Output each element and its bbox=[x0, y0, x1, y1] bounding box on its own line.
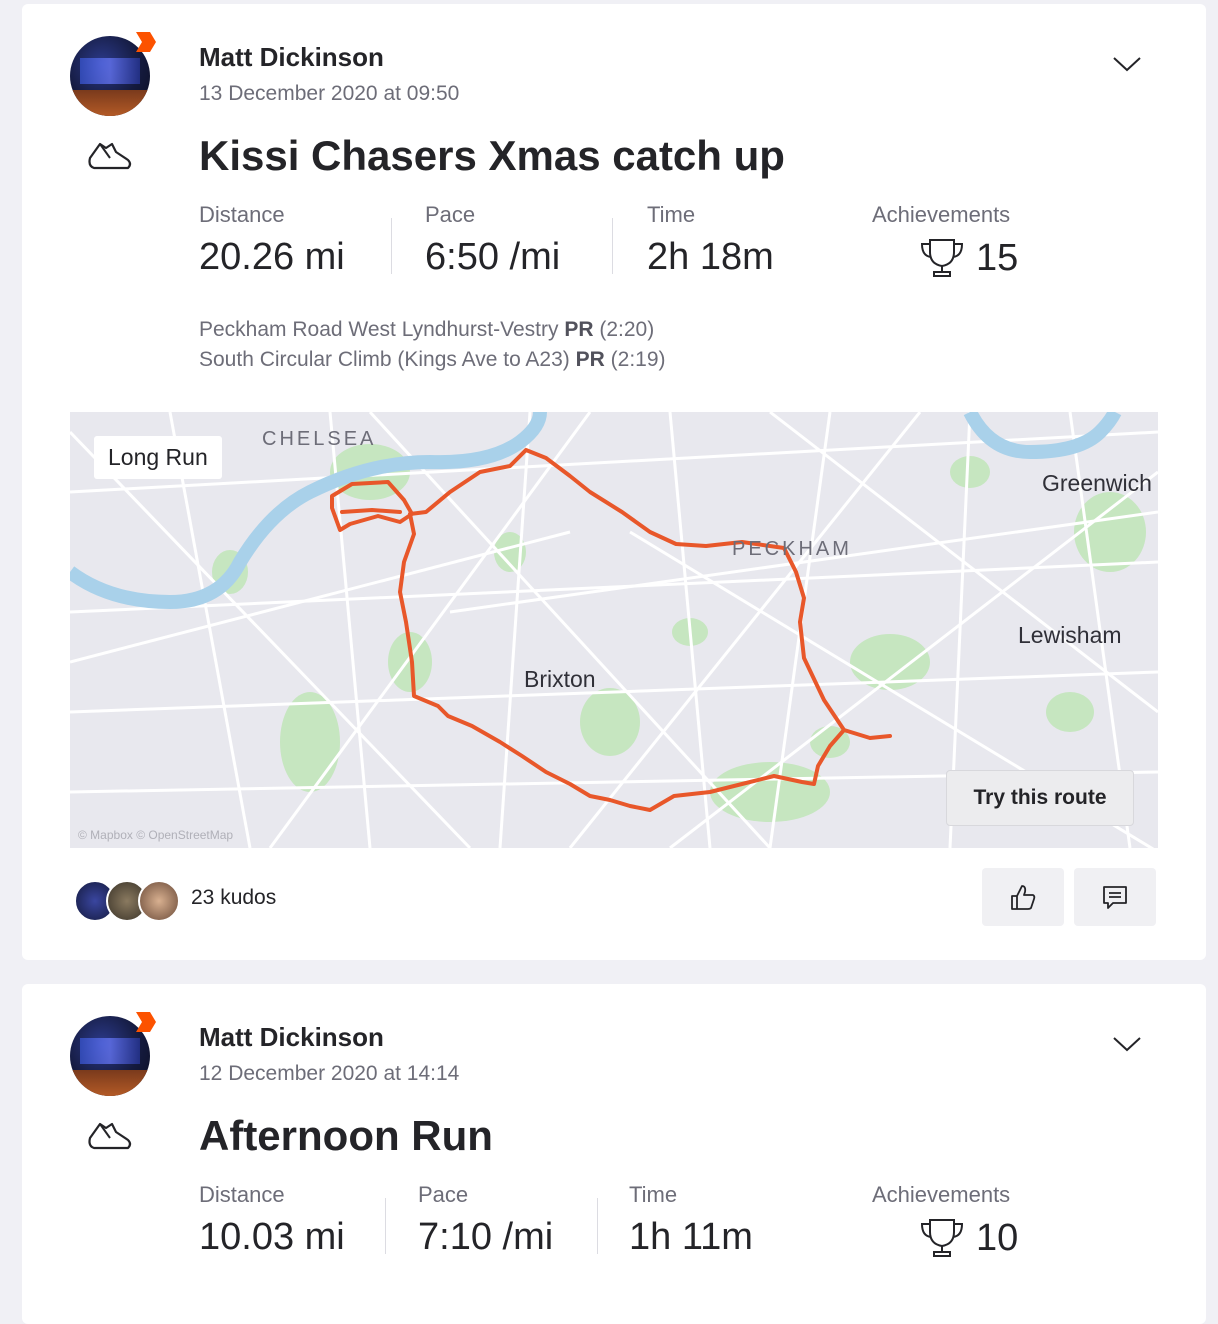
athlete-name[interactable]: Matt Dickinson bbox=[199, 42, 384, 73]
time-label: Time bbox=[647, 202, 696, 227]
pace-stat: Pace 7:10 /mi bbox=[418, 1182, 553, 1259]
running-shoe-icon bbox=[88, 142, 132, 170]
activity-date[interactable]: 12 December 2020 at 14:14 bbox=[199, 1062, 459, 1086]
map-label-peckham: PECKHAM bbox=[732, 538, 852, 560]
time-value: 2h 18m bbox=[647, 236, 774, 278]
divider bbox=[597, 1198, 598, 1254]
activity-title[interactable]: Kissi Chasers Xmas catch up bbox=[199, 132, 785, 180]
divider bbox=[385, 1198, 386, 1254]
route-line bbox=[330, 448, 892, 812]
achievements-value: 15 bbox=[976, 236, 1019, 279]
segment-pr-row[interactable]: Peckham Road West Lyndhurst-Vestry PR (2… bbox=[199, 318, 654, 342]
segment-name[interactable]: Peckham Road West Lyndhurst-Vestry bbox=[199, 318, 559, 341]
try-route-button[interactable]: Try this route bbox=[946, 770, 1134, 826]
trophy-icon bbox=[920, 239, 964, 277]
give-kudos-button[interactable] bbox=[982, 868, 1064, 926]
distance-stat: Distance 10.03 mi bbox=[199, 1182, 345, 1259]
pr-badge: PR bbox=[575, 348, 605, 371]
trophy-icon bbox=[920, 1219, 964, 1257]
map-label-chelsea: CHELSEA bbox=[262, 428, 377, 450]
achievements-label: Achievements bbox=[872, 1182, 1011, 1207]
activity-date[interactable]: 13 December 2020 at 09:50 bbox=[199, 82, 459, 106]
comment-icon bbox=[1103, 886, 1127, 909]
time-stat: Time 2h 18m bbox=[647, 202, 774, 279]
map-label-brixton: Brixton bbox=[524, 666, 596, 692]
athlete-name[interactable]: Matt Dickinson bbox=[199, 1022, 384, 1053]
achievements-label: Achievements bbox=[872, 202, 1011, 227]
segment-time: (2:20) bbox=[599, 318, 655, 341]
comment-button[interactable] bbox=[1074, 868, 1156, 926]
pr-badge: PR bbox=[564, 318, 594, 341]
distance-value: 10.03 mi bbox=[199, 1216, 345, 1258]
time-stat: Time 1h 11m bbox=[629, 1182, 753, 1259]
subscriber-badge-icon bbox=[136, 32, 156, 52]
river bbox=[963, 412, 1122, 460]
distance-label: Distance bbox=[199, 1182, 285, 1207]
pace-label: Pace bbox=[418, 1182, 469, 1207]
segment-time: (2:19) bbox=[610, 348, 666, 371]
achievements-value: 10 bbox=[976, 1216, 1019, 1259]
distance-value: 20.26 mi bbox=[199, 236, 345, 278]
pace-stat: Pace 6:50 /mi bbox=[425, 202, 560, 279]
achievements-stat[interactable]: Achievements 10 bbox=[872, 1182, 1018, 1260]
running-shoe-icon bbox=[88, 1122, 132, 1150]
activity-card: Matt Dickinson 12 December 2020 at 14:14… bbox=[22, 984, 1206, 1324]
chevron-down-icon[interactable] bbox=[1112, 1034, 1142, 1054]
distance-label: Distance bbox=[199, 202, 285, 227]
subscriber-badge-icon bbox=[136, 1012, 156, 1032]
pace-value: 7:10 /mi bbox=[418, 1216, 554, 1258]
segment-name[interactable]: South Circular Climb (Kings Ave to A23) bbox=[199, 348, 570, 371]
activity-card: Matt Dickinson 13 December 2020 at 09:50… bbox=[22, 4, 1206, 960]
time-label: Time bbox=[629, 1182, 678, 1207]
distance-stat: Distance 20.26 mi bbox=[199, 202, 345, 279]
route-map[interactable]: Long Run CHELSEA Greenwich PECKHAM Lewis… bbox=[70, 412, 1158, 848]
time-value: 1h 11m bbox=[629, 1216, 753, 1258]
divider bbox=[612, 218, 613, 274]
thumbs-up-icon bbox=[1011, 885, 1036, 910]
segment-pr-row[interactable]: South Circular Climb (Kings Ave to A23) … bbox=[199, 348, 666, 372]
achievements-stat[interactable]: Achievements 15 bbox=[872, 202, 1018, 280]
pace-value: 6:50 /mi bbox=[425, 236, 561, 278]
kudos-avatar[interactable] bbox=[138, 880, 180, 922]
divider bbox=[391, 218, 392, 274]
map-label-greenwich: Greenwich bbox=[1042, 470, 1152, 496]
map-label-lewisham: Lewisham bbox=[1018, 622, 1122, 648]
workout-type-tag: Long Run bbox=[94, 436, 222, 479]
map-attribution[interactable]: © Mapbox © OpenStreetMap bbox=[78, 828, 233, 842]
pace-label: Pace bbox=[425, 202, 476, 227]
activity-title[interactable]: Afternoon Run bbox=[199, 1112, 493, 1160]
chevron-down-icon[interactable] bbox=[1112, 54, 1142, 74]
kudos-count[interactable]: 23 kudos bbox=[191, 886, 276, 910]
